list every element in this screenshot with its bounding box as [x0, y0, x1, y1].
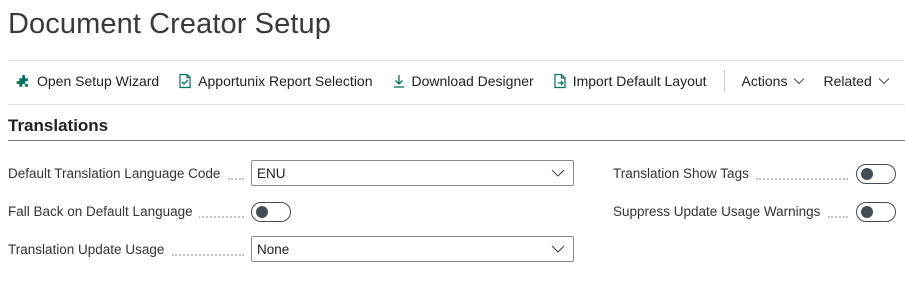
chevron-down-icon — [551, 169, 565, 177]
download-icon — [391, 73, 407, 89]
translation-update-usage-value: None — [257, 241, 290, 257]
translation-update-usage-label: Translation Update Usage — [8, 242, 171, 257]
translation-show-tags-label: Translation Show Tags — [613, 166, 755, 181]
download-designer-label: Download Designer — [411, 73, 534, 89]
translation-show-tags-toggle[interactable] — [856, 164, 896, 184]
default-translation-language-code-label: Default Translation Language Code — [8, 166, 227, 181]
related-menu-label: Related — [823, 73, 872, 89]
page-title: Document Creator Setup — [8, 8, 331, 40]
chevron-down-icon — [878, 77, 890, 85]
import-default-layout-button[interactable]: Import Default Layout — [543, 67, 716, 95]
import-file-icon — [552, 73, 568, 89]
field-leader — [228, 178, 244, 180]
open-setup-wizard-label: Open Setup Wizard — [37, 73, 160, 89]
section-title-translations: Translations — [8, 116, 109, 135]
related-menu-button[interactable]: Related — [814, 67, 898, 95]
section-divider — [8, 140, 905, 141]
chevron-down-icon — [551, 245, 565, 253]
suppress-update-usage-warnings-toggle[interactable] — [856, 202, 896, 222]
apportunix-report-selection-label: Apportunix Report Selection — [198, 73, 373, 89]
fall-back-on-default-language-label: Fall Back on Default Language — [8, 204, 199, 219]
toggle-knob — [256, 206, 268, 218]
toggle-knob — [861, 206, 873, 218]
action-bar: Open Setup Wizard Apportunix Report Sele… — [8, 66, 899, 96]
open-setup-wizard-button[interactable]: Open Setup Wizard — [8, 67, 168, 95]
chevron-down-icon — [793, 77, 805, 85]
field-leader — [198, 216, 244, 218]
default-translation-language-code-select[interactable]: ENU — [251, 160, 574, 186]
actions-menu-button[interactable]: Actions — [733, 67, 815, 95]
actions-menu-label: Actions — [741, 73, 788, 89]
puzzle-icon — [16, 73, 32, 89]
download-designer-button[interactable]: Download Designer — [382, 67, 543, 95]
action-separator — [723, 70, 725, 92]
default-translation-language-code-value: ENU — [257, 165, 286, 181]
title-divider — [8, 60, 905, 61]
translation-update-usage-select[interactable]: None — [251, 236, 574, 262]
field-leader — [756, 178, 848, 180]
report-selection-icon — [177, 73, 193, 89]
field-leader — [828, 216, 848, 218]
import-default-layout-label: Import Default Layout — [572, 73, 707, 89]
action-bar-divider — [8, 104, 905, 105]
suppress-update-usage-warnings-label: Suppress Update Usage Warnings — [613, 204, 827, 219]
toggle-knob — [861, 168, 873, 180]
apportunix-report-selection-button[interactable]: Apportunix Report Selection — [168, 67, 381, 95]
field-leader — [172, 254, 244, 256]
fall-back-on-default-language-toggle[interactable] — [251, 202, 291, 222]
